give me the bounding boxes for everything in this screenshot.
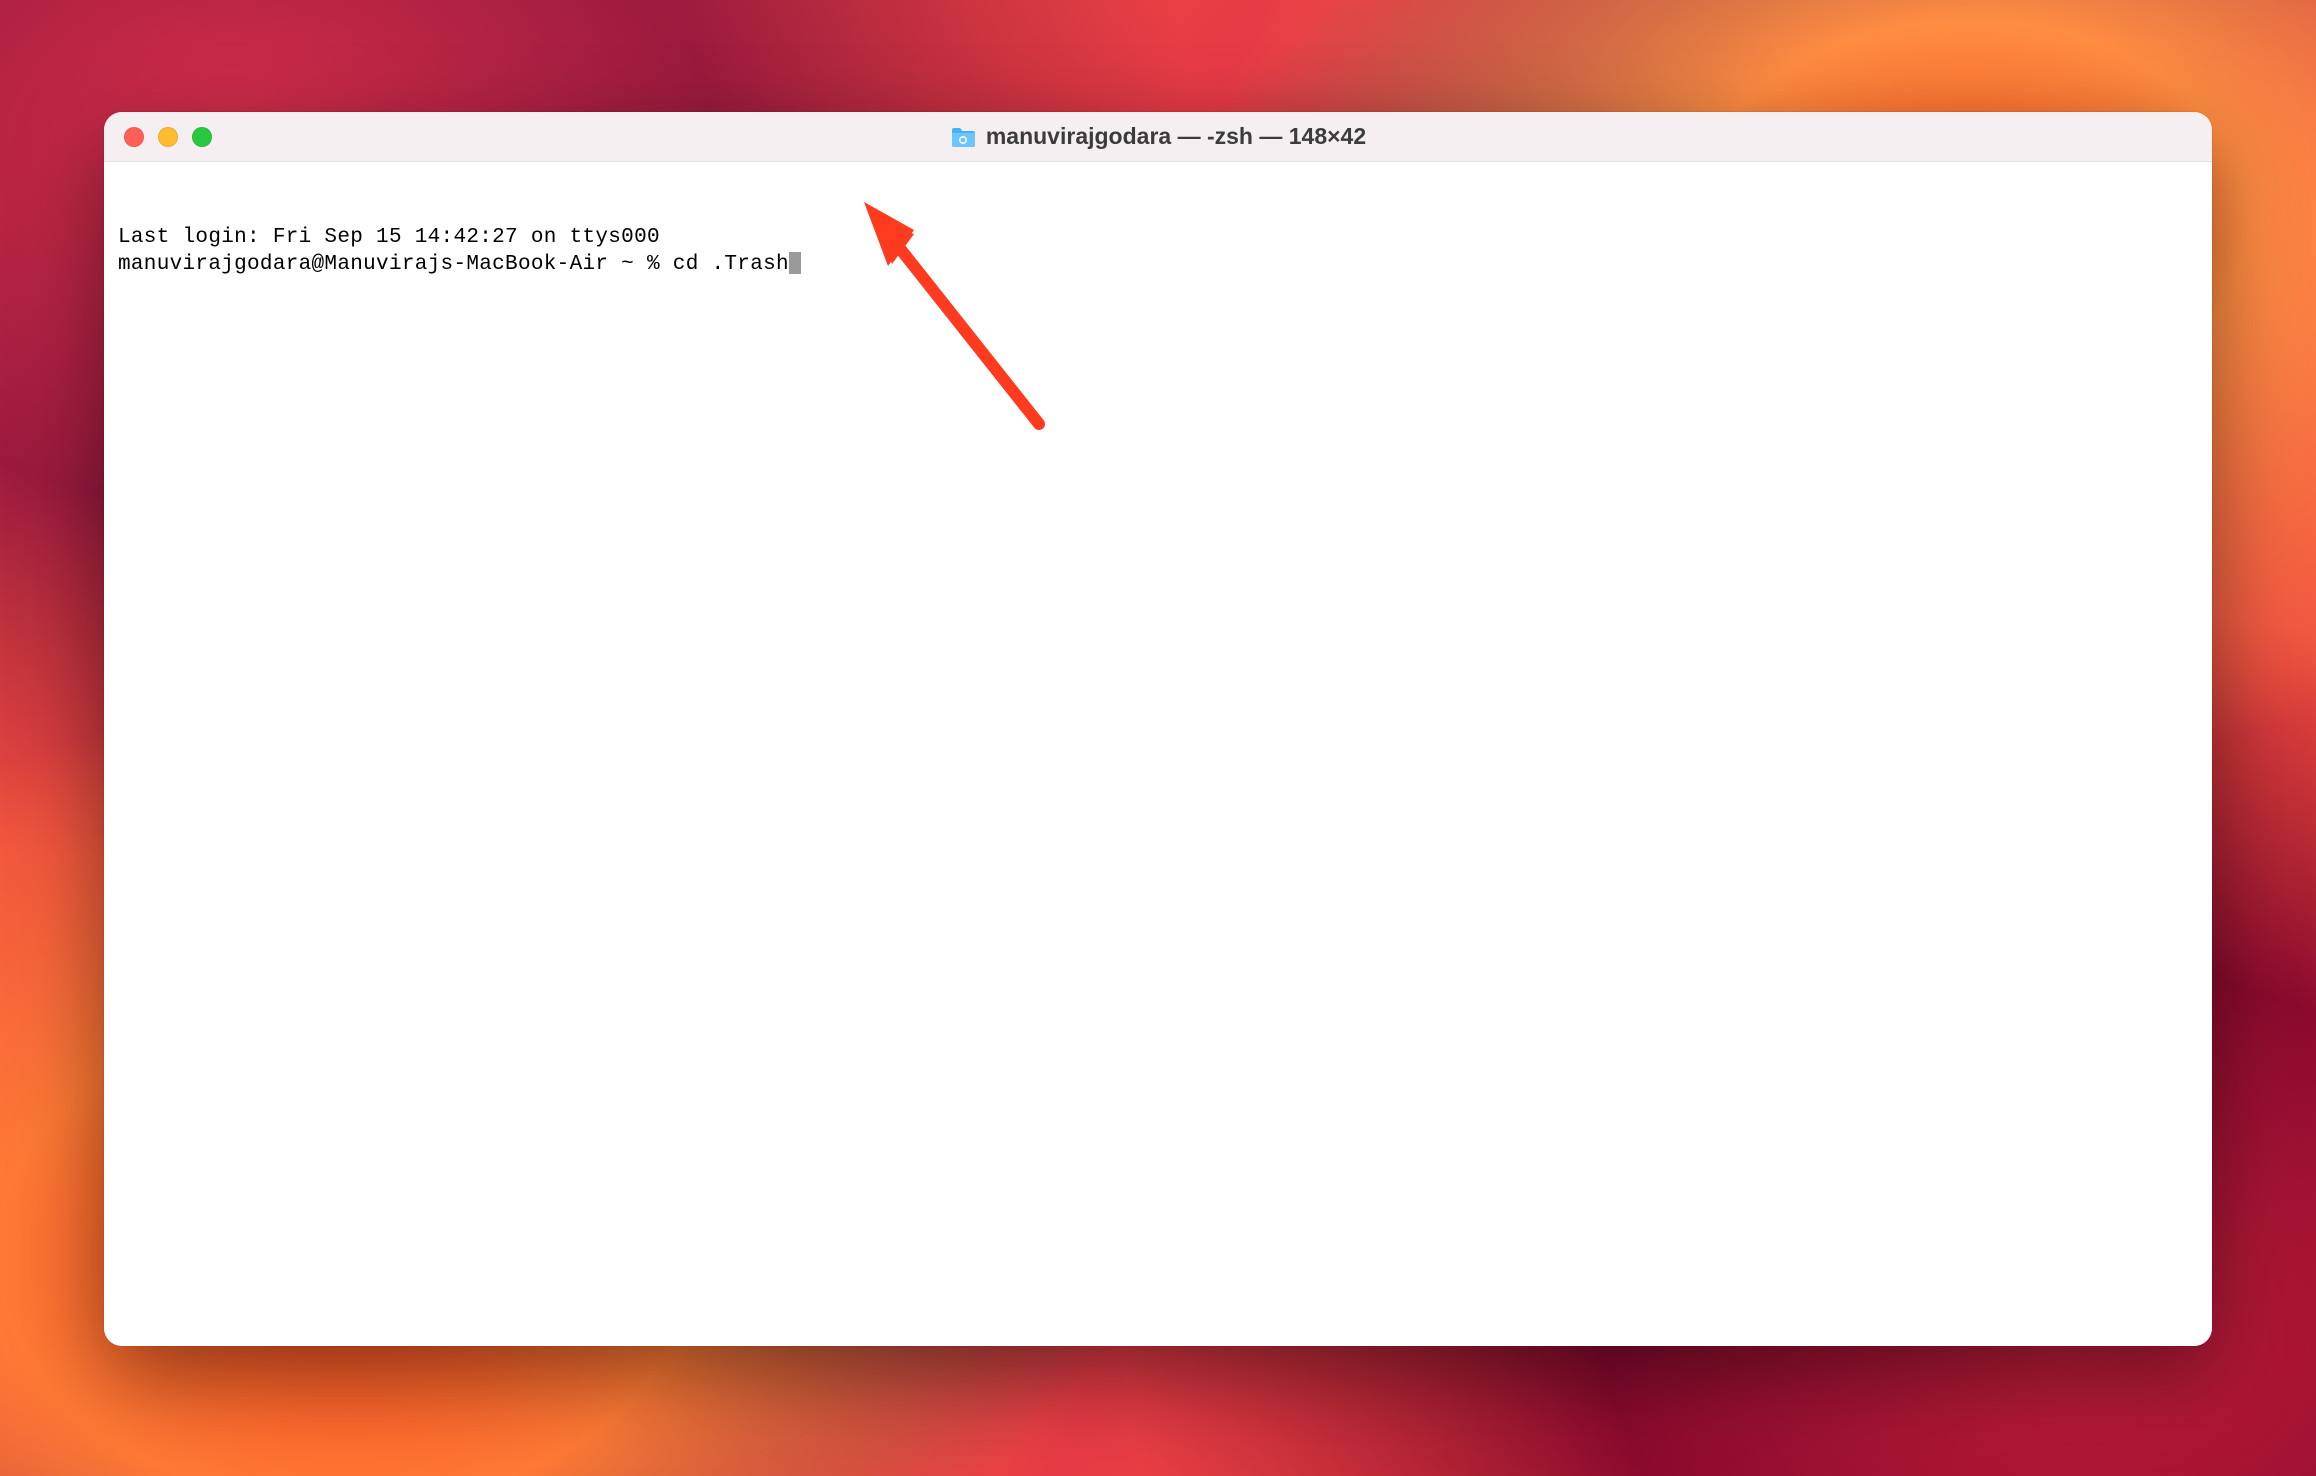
terminal-body[interactable]: Last login: Fri Sep 15 14:42:27 on ttys0… (104, 162, 2212, 1346)
window-title-container: manuvirajgodara — -zsh — 148×42 (104, 123, 2212, 150)
traffic-lights (104, 127, 212, 147)
prompt: manuvirajgodara@Manuvirajs-MacBook-Air ~… (118, 253, 673, 276)
cursor (789, 252, 801, 274)
last-login-line: Last login: Fri Sep 15 14:42:27 on ttys0… (118, 224, 2198, 251)
close-icon[interactable] (124, 127, 144, 147)
maximize-icon[interactable] (192, 127, 212, 147)
window-title: manuvirajgodara — -zsh — 148×42 (986, 123, 1366, 150)
minimize-icon[interactable] (158, 127, 178, 147)
title-bar: manuvirajgodara — -zsh — 148×42 (104, 112, 2212, 162)
prompt-line: manuvirajgodara@Manuvirajs-MacBook-Air ~… (118, 251, 2198, 278)
command-input[interactable]: cd .Trash (673, 253, 789, 276)
terminal-window: manuvirajgodara — -zsh — 148×42 Last log… (104, 112, 2212, 1346)
folder-icon (950, 126, 976, 148)
